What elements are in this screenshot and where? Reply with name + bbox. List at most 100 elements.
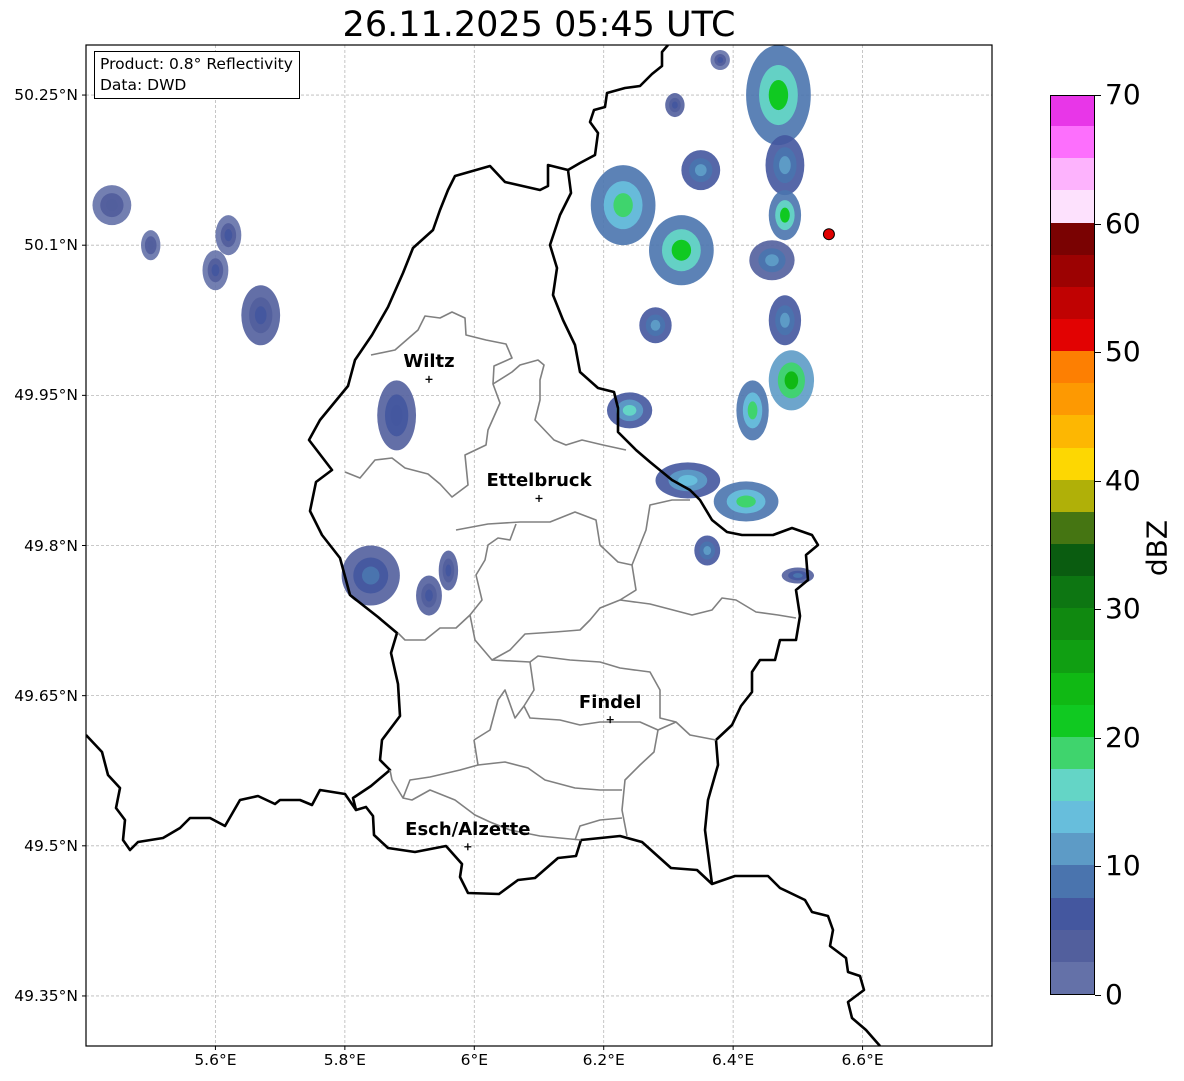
colorbar-segment bbox=[1051, 607, 1094, 641]
colorbar-segment bbox=[1051, 189, 1094, 223]
echo-peak bbox=[780, 312, 790, 328]
colorbar-segment bbox=[1051, 768, 1094, 802]
lat-tick-label: 50.1°N bbox=[24, 236, 78, 255]
radar-site-marker bbox=[822, 228, 835, 241]
echo-peak bbox=[671, 239, 692, 261]
lon-tick-label: 5.6°E bbox=[194, 1051, 237, 1069]
product-label: Product: 0.8° Reflectivity bbox=[100, 55, 293, 73]
district-borders bbox=[344, 311, 797, 841]
echo-peak bbox=[780, 207, 790, 223]
radar-map bbox=[82, 44, 993, 1050]
colorbar-segment bbox=[1051, 157, 1094, 191]
echo-peak bbox=[650, 319, 661, 331]
colorbar-tick-label: 50 bbox=[1105, 335, 1141, 369]
data-source-label: Data: DWD bbox=[100, 76, 187, 94]
colorbar-segment bbox=[1051, 318, 1094, 352]
colorbar-segment bbox=[1051, 350, 1094, 384]
echo-peak bbox=[224, 229, 233, 242]
colorbar-tick bbox=[1095, 480, 1101, 482]
echo-peak bbox=[106, 199, 118, 212]
colorbar-tick-label: 10 bbox=[1105, 849, 1141, 883]
echo-peak bbox=[694, 164, 707, 177]
lat-tick-label: 49.8°N bbox=[24, 536, 78, 555]
echo-peak bbox=[779, 156, 791, 175]
border-east bbox=[711, 874, 881, 1046]
colorbar-segment bbox=[1051, 221, 1094, 255]
colorbar-segment bbox=[1051, 414, 1094, 448]
map-title: 26.11.2025 05:45 UTC bbox=[342, 5, 736, 45]
border-west bbox=[86, 734, 358, 852]
lon-tick-label: 6°E bbox=[460, 1051, 488, 1069]
colorbar-segment bbox=[1051, 96, 1094, 127]
echo-peak bbox=[390, 404, 403, 426]
echo-peak bbox=[793, 573, 803, 578]
colorbar-tick-label: 70 bbox=[1105, 78, 1141, 111]
colorbar-label: dBZ bbox=[1140, 519, 1174, 577]
reflectivity-colorbar bbox=[1050, 95, 1095, 995]
axis-ticks bbox=[82, 94, 864, 1050]
colorbar-tick bbox=[1095, 737, 1101, 739]
echo-peak bbox=[147, 240, 154, 250]
lat-tick-label: 50.25°N bbox=[14, 86, 78, 105]
echo-peak bbox=[445, 564, 452, 577]
city-label: Esch/Alzette bbox=[405, 818, 531, 840]
colorbar-segment bbox=[1051, 125, 1094, 159]
colorbar-segment bbox=[1051, 671, 1094, 705]
echo-peak bbox=[736, 495, 756, 508]
colorbar-segment bbox=[1051, 479, 1094, 512]
colorbar-tick-label: 60 bbox=[1105, 206, 1141, 240]
lon-tick-label: 6.6°E bbox=[841, 1051, 884, 1069]
colorbar-tick bbox=[1095, 352, 1101, 354]
echo-peak bbox=[703, 546, 712, 556]
colorbar-tick-label: 0 bbox=[1105, 978, 1123, 1011]
lat-tick-label: 49.65°N bbox=[14, 686, 78, 705]
echo-peak bbox=[622, 404, 637, 416]
colorbar-segment bbox=[1051, 832, 1094, 866]
colorbar-segment bbox=[1051, 511, 1094, 544]
colorbar-tick-label: 20 bbox=[1105, 720, 1141, 754]
colorbar-tick bbox=[1095, 995, 1101, 996]
city-label: Findel bbox=[578, 691, 642, 713]
colorbar-segment bbox=[1051, 446, 1094, 480]
city-label: Wiltz bbox=[403, 351, 455, 373]
city-label: Ettelbruck bbox=[486, 470, 592, 492]
colorbar-segment bbox=[1051, 543, 1094, 577]
lat-tick-label: 49.95°N bbox=[14, 386, 78, 405]
border-north bbox=[567, 45, 669, 172]
lat-tick-label: 49.35°N bbox=[14, 986, 78, 1005]
colorbar-tick-label: 40 bbox=[1105, 463, 1141, 497]
echo-peak bbox=[747, 401, 758, 420]
echo-peak bbox=[717, 57, 724, 64]
radar-echoes bbox=[92, 45, 815, 616]
colorbar-segment bbox=[1051, 800, 1094, 834]
lon-tick-label: 6.4°E bbox=[712, 1051, 755, 1069]
product-info-box: Product: 0.8° Reflectivity Data: DWD bbox=[94, 51, 300, 99]
colorbar-segment bbox=[1051, 736, 1094, 769]
colorbar-segment bbox=[1051, 254, 1094, 287]
colorbar-segment bbox=[1051, 286, 1094, 319]
echo-peak bbox=[362, 566, 380, 585]
colorbar-segment bbox=[1051, 961, 1094, 994]
city-markers bbox=[425, 375, 614, 851]
colorbar-segment bbox=[1051, 382, 1094, 416]
lon-tick-label: 5.8°E bbox=[323, 1051, 366, 1069]
lon-tick-label: 6.2°E bbox=[582, 1051, 625, 1069]
colorbar-tick bbox=[1095, 95, 1101, 96]
colorbar-tick bbox=[1095, 866, 1101, 868]
colorbar-segment bbox=[1051, 864, 1094, 898]
echo-peak bbox=[254, 306, 267, 325]
echo-peak bbox=[425, 589, 433, 602]
echo-peak bbox=[768, 80, 789, 111]
colorbar-tick-label: 30 bbox=[1105, 592, 1141, 626]
colorbar-tick bbox=[1095, 609, 1101, 611]
colorbar-segment bbox=[1051, 704, 1094, 737]
graticule bbox=[86, 45, 992, 1046]
echo-peak bbox=[784, 371, 799, 390]
echo-peak bbox=[613, 193, 633, 218]
colorbar-tick bbox=[1095, 223, 1101, 225]
colorbar-segment bbox=[1051, 929, 1094, 962]
lat-tick-label: 49.5°N bbox=[24, 836, 78, 855]
echo-peak bbox=[211, 264, 220, 277]
echo-peak bbox=[765, 254, 779, 267]
echo-peak bbox=[671, 101, 678, 109]
